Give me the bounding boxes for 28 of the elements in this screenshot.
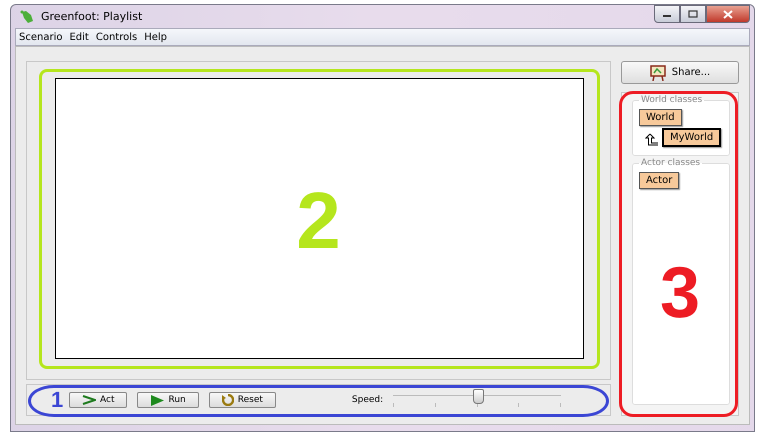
easel-icon xyxy=(650,64,666,80)
minimize-button[interactable] xyxy=(654,5,680,23)
close-button[interactable] xyxy=(706,5,750,23)
window-title: Greenfoot: Playlist xyxy=(41,10,142,23)
annotation-number: 1 xyxy=(51,389,64,411)
annotation-number: 2 xyxy=(296,180,341,260)
group-title: World classes xyxy=(640,95,704,105)
reset-button[interactable]: Reset xyxy=(208,392,276,408)
annotation-number: 3 xyxy=(660,256,700,329)
menu-item[interactable]: Scenario xyxy=(19,32,62,42)
class-box[interactable]: MyWorld xyxy=(662,128,722,147)
group-title: Actor classes xyxy=(640,158,702,168)
menu-item[interactable]: Edit xyxy=(69,32,89,42)
class-box[interactable]: World xyxy=(639,109,682,126)
run-button[interactable]: Run xyxy=(137,392,199,408)
speed-label: Speed: xyxy=(352,395,384,405)
chevron-icon xyxy=(82,395,96,405)
close-icon xyxy=(723,10,733,18)
maximize-button[interactable] xyxy=(680,5,706,23)
play-icon xyxy=(150,394,164,406)
menu-item[interactable]: Help xyxy=(144,32,168,42)
reset-icon xyxy=(222,394,234,406)
share-button[interactable]: Share... xyxy=(621,61,739,84)
inherit-arrow-icon xyxy=(645,133,659,147)
maximize-icon xyxy=(688,10,698,18)
class-box[interactable]: Actor xyxy=(639,172,680,189)
act-button[interactable]: Act xyxy=(69,392,128,408)
menu-item[interactable]: Controls xyxy=(96,32,138,42)
